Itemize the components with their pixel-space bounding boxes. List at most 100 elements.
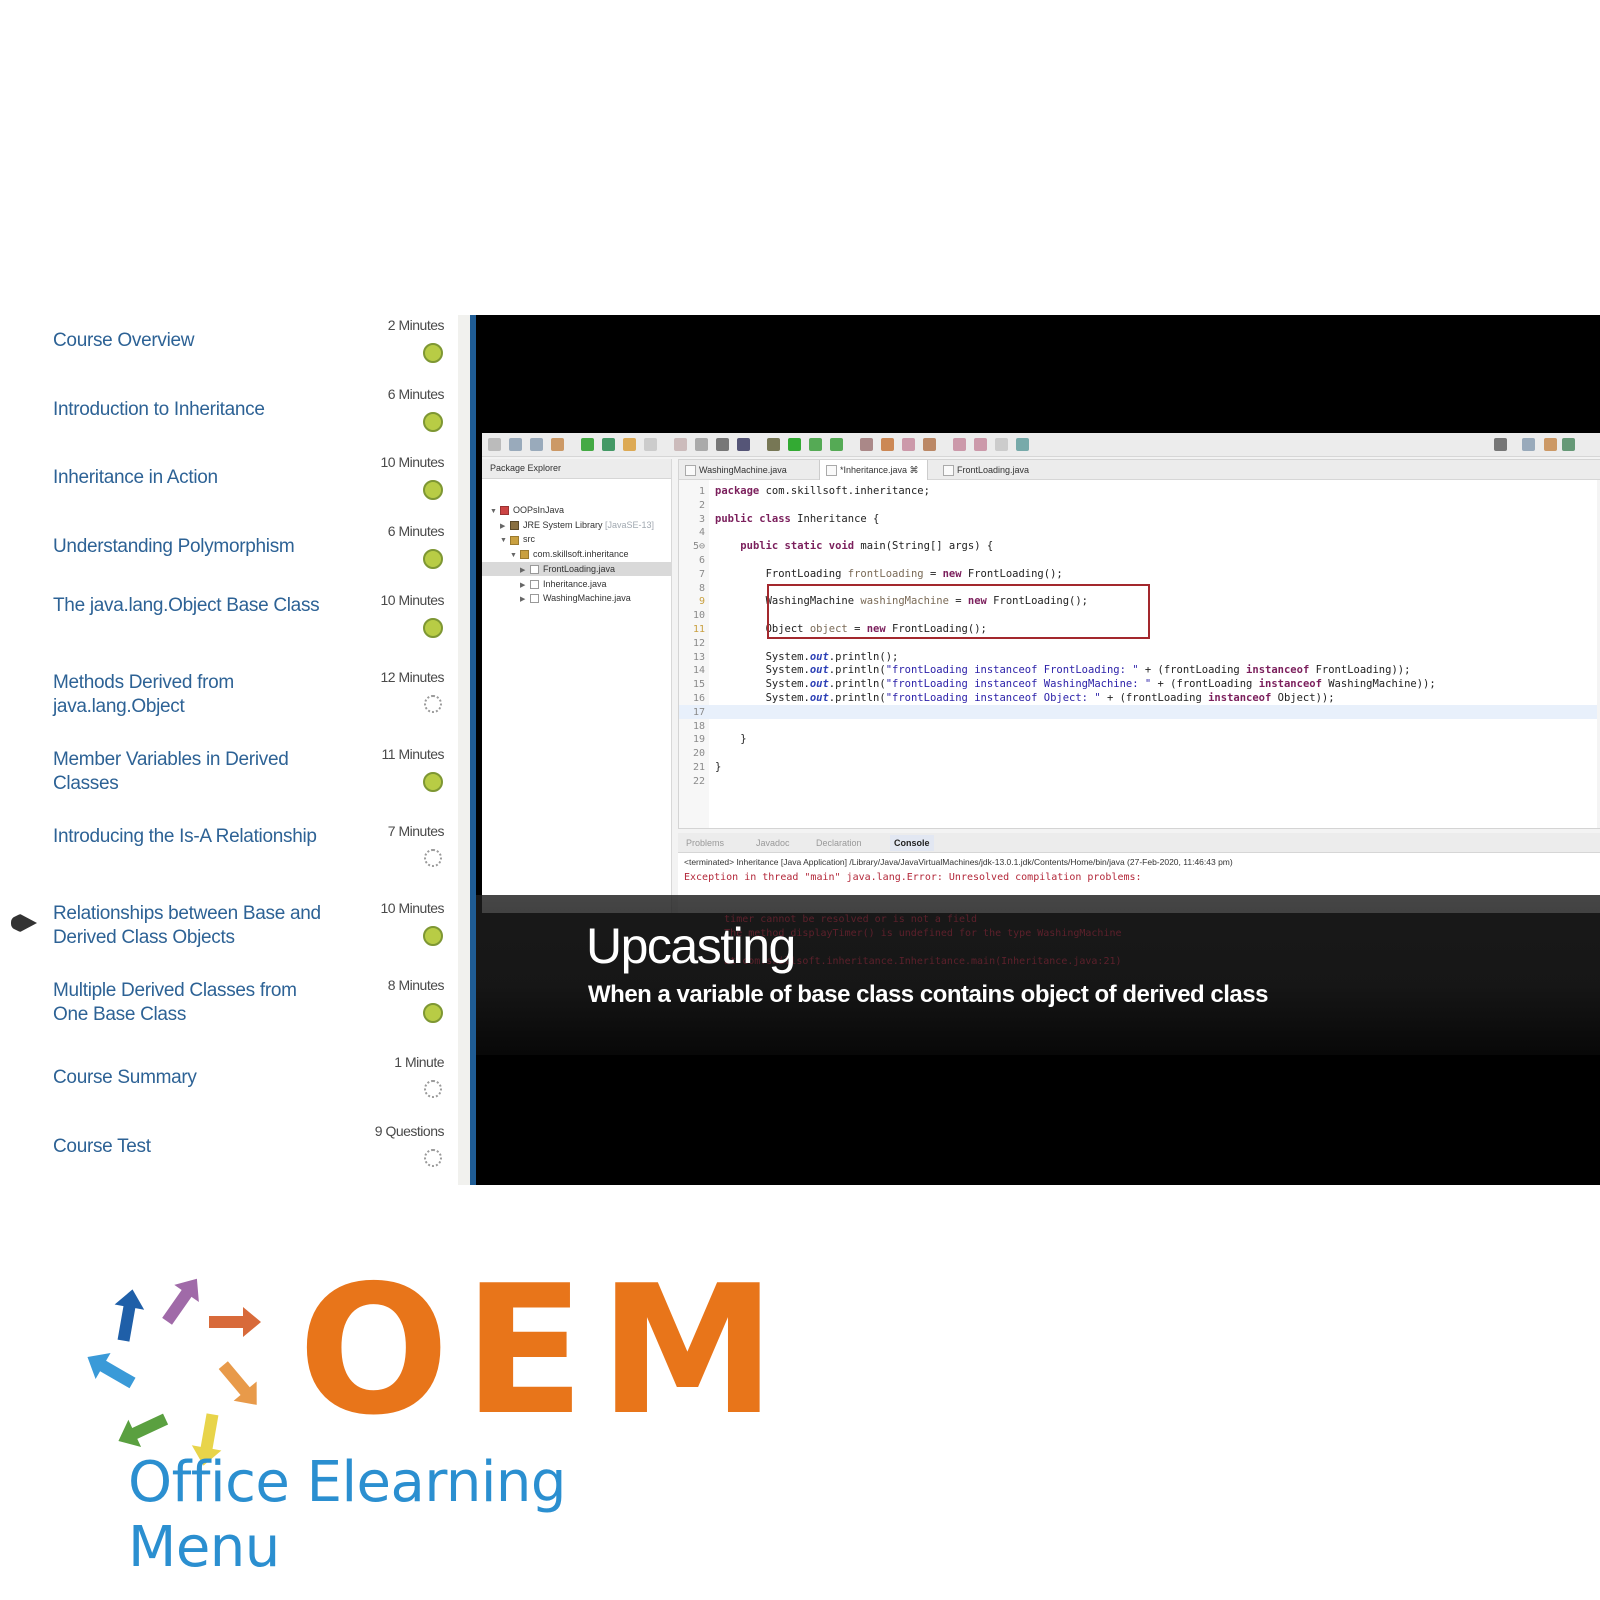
toolbar-button [788,438,801,451]
java-file-icon [530,594,539,604]
lesson-duration: 10 Minutes [380,592,445,608]
code-line: 5⊖ public static void main(String[] args… [679,539,1600,553]
toolbar-button [830,438,843,451]
ide-toolbar [482,433,1600,457]
logo-company-name: Office Elearning Menu [128,1450,566,1580]
lesson-item[interactable]: Relationships between Base and Derived C… [0,898,450,966]
code-text: } [715,733,747,746]
perspective-icon [1522,438,1535,451]
code-text: public class Inheritance { [715,512,880,525]
editor-tab: FrontLoading.java [937,460,1037,480]
lesson-title[interactable]: The java.lang.Object Base Class [53,594,328,618]
console-tab: Javadoc [756,838,790,848]
console-tab: Console [890,835,934,851]
lesson-item[interactable]: Introduction to Inheritance 6 Minutes [0,384,450,452]
lesson-duration: 8 Minutes [387,977,445,993]
lesson-duration: 6 Minutes [387,523,445,539]
toolbar-button [644,438,657,451]
code-line: 1 package com.skillsoft.inheritance; [679,484,1600,498]
toolbar-button [953,438,966,451]
lesson-duration: 12 Minutes [380,669,445,685]
lesson-duration: 10 Minutes [380,454,445,470]
package-explorer-title: Package Explorer [490,463,562,473]
code-line: 14 System.out.println("frontLoading inst… [679,663,1600,677]
code-line: 17 [679,704,1600,719]
not-started-status-icon [424,1149,442,1167]
line-number: 22 [692,775,705,787]
lesson-duration: 9 Questions [374,1123,445,1139]
completed-status-icon [423,343,443,363]
completed-status-icon [423,772,443,792]
lesson-title[interactable]: Introducing the Is-A Relationship [53,825,328,849]
lesson-title[interactable]: Course Summary [53,1066,328,1090]
code-line: 6 [679,553,1600,567]
java-file-icon [530,564,539,574]
lesson-title[interactable]: Course Test [53,1135,328,1159]
completed-status-icon [423,1003,443,1023]
toolbar-button [995,438,1008,451]
tree-item-label: OOPsInJava [513,505,565,515]
search-icon [1494,438,1507,451]
logo-arrow [118,1413,169,1447]
editor-tab: WashingMachine.java [679,460,795,480]
java-perspective-icon [1544,438,1557,451]
tree-item: ▶ WashingMachine.java [482,591,672,605]
lesson-item[interactable]: Introducing the Is-A Relationship 7 Minut… [0,821,450,889]
lesson-item[interactable]: Member Variables in Derived Classes 11 Mi… [0,744,450,812]
lesson-title[interactable]: Inheritance in Action [53,466,328,490]
caption-subtitle: When a variable of base class contains o… [588,981,1268,1008]
tree-item-suffix: [JavaSE-13] [602,519,655,530]
toolbar-button [695,438,708,451]
console-tab: Problems [686,838,725,848]
tree-item: ▼ src [482,532,672,546]
tree-item: ▶ FrontLoading.java [482,561,672,576]
lesson-item[interactable]: Course Overview 2 Minutes [0,315,450,383]
code-line: 20 [679,746,1600,760]
logo-arrow [87,1353,136,1389]
console-error-output: Exception in thread "main" java.lang.Err… [684,872,1142,883]
code-line: 22 [679,774,1600,788]
console-tabs: Problems Javadoc Declaration Console [678,833,1600,853]
code-text: System.out.println("frontLoading instanc… [715,664,1411,677]
lesson-item[interactable]: Understanding Polymorphism 6 Minutes [0,521,450,589]
toolbar-button [902,438,915,451]
completed-status-icon [423,618,443,638]
course-outline: Course Overview 2 Minutes Introduction to … [0,315,462,1185]
library-icon [510,520,519,530]
toolbar-button [974,438,987,451]
lesson-title[interactable]: Introduction to Inheritance [53,398,328,422]
code-line: 13 System.out.println(); [679,650,1600,664]
lesson-title[interactable]: Methods Derived from java.lang.Object [53,671,328,719]
video-player[interactable]: Package Explorer ▼ OOPsInJava ▶ JRE System … [470,315,1600,1185]
lesson-item[interactable]: Course Test 9 Questions [0,1121,450,1189]
logo-arrows-icon [87,1278,261,1466]
lesson-item[interactable]: Course Summary 1 Minute [0,1052,450,1120]
lesson-item[interactable]: Multiple Derived Classes from One Base C… [0,975,450,1043]
tree-item-label: WashingMachine.java [543,593,631,604]
lesson-title[interactable]: Course Overview [53,329,328,353]
lesson-title[interactable]: Member Variables in Derived Classes [53,748,328,796]
lesson-duration: 10 Minutes [380,900,445,916]
not-started-status-icon [424,849,442,867]
code-highlight-box [767,584,1150,639]
java-file-icon [530,579,539,589]
tree-item-label: JRE System Library [523,519,603,530]
toolbar-button [737,438,750,451]
debug-perspective-icon [1562,438,1575,451]
project-icon [500,506,509,516]
lesson-title[interactable]: Relationships between Base and Derived C… [53,902,328,950]
toolbar-button [1016,438,1029,451]
lesson-item[interactable]: The java.lang.Object Base Class 10 Minute… [0,590,450,658]
lesson-title[interactable]: Understanding Polymorphism [53,535,328,559]
current-lesson-pointer-icon [11,914,37,932]
tree-item-label: src [523,534,535,545]
logo-arrow [114,1289,145,1342]
code-line: 2 [679,498,1600,512]
lesson-item[interactable]: Methods Derived from java.lang.Object 12 … [0,667,450,735]
tree-item: ▼ OOPsInJava [482,503,672,517]
lesson-item[interactable]: Inheritance in Action 10 Minutes [0,452,450,520]
toolbar-button [530,438,543,451]
toolbar-button [509,438,522,451]
code-text: System.out.println("frontLoading instanc… [715,678,1436,691]
lesson-title[interactable]: Multiple Derived Classes from One Base C… [53,979,328,1027]
